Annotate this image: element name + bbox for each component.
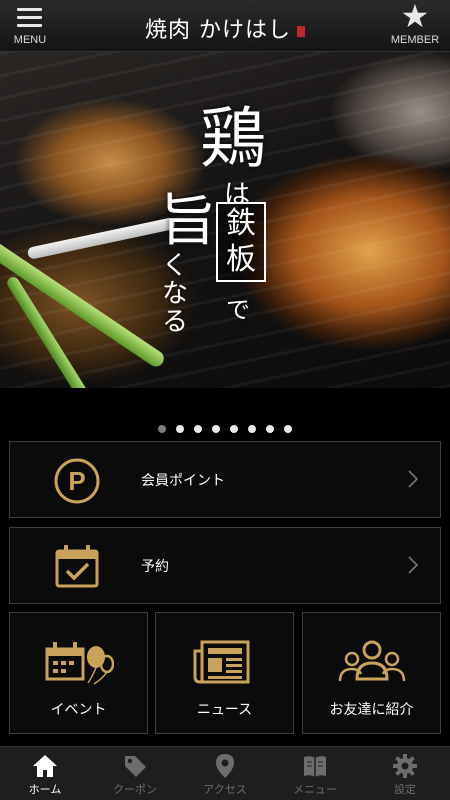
reservation-card[interactable]: 予約 bbox=[9, 527, 441, 604]
nav-settings-label: 設定 bbox=[394, 783, 416, 796]
coupon-tag-icon bbox=[125, 756, 146, 777]
carousel-dot[interactable] bbox=[230, 425, 238, 433]
hero-text-uma: 旨 bbox=[160, 189, 216, 254]
reservation-label: 予約 bbox=[141, 559, 169, 575]
hero-text-teppan: 鉄板 bbox=[216, 202, 266, 282]
chevron-right-icon bbox=[408, 556, 418, 574]
seal-logo bbox=[297, 26, 305, 37]
hero-text-de: で bbox=[226, 296, 250, 324]
member-label: MEMBER bbox=[390, 34, 440, 46]
svg-text:P: P bbox=[68, 466, 85, 496]
hero-text-kunaru: くなる bbox=[162, 251, 189, 337]
points-card[interactable]: P 会員ポイント bbox=[9, 441, 441, 518]
event-label: イベント bbox=[50, 702, 107, 718]
gear-icon bbox=[393, 754, 417, 778]
points-p-icon: P bbox=[54, 458, 100, 504]
carousel-dot[interactable] bbox=[248, 425, 256, 433]
nav-access-label: アクセス bbox=[203, 783, 247, 796]
news-label: ニュース bbox=[196, 702, 253, 718]
bottom-nav: ホーム クーポン アクセス メニュー 設定 bbox=[0, 746, 450, 800]
member-button[interactable]: ★ MEMBER bbox=[380, 0, 450, 50]
carousel-dot[interactable] bbox=[176, 425, 184, 433]
carousel-dot[interactable] bbox=[284, 425, 292, 433]
hero-banner[interactable]: 鶏 は 鉄板 で 旨 くなる bbox=[0, 52, 450, 388]
carousel-dot[interactable] bbox=[266, 425, 274, 433]
carousel-dot[interactable] bbox=[158, 425, 166, 433]
nav-coupon-label: クーポン bbox=[113, 783, 157, 796]
carousel-dot[interactable] bbox=[194, 425, 202, 433]
star-icon: ★ bbox=[400, 0, 430, 35]
map-pin-icon bbox=[216, 754, 234, 778]
event-card[interactable]: イベント bbox=[9, 612, 148, 734]
event-calendar-balloon-icon bbox=[45, 642, 114, 685]
nav-menu-label: メニュー bbox=[293, 783, 337, 796]
calendar-check-icon bbox=[55, 545, 99, 588]
app-title-text: 焼肉 かけはし bbox=[145, 18, 291, 43]
nav-home[interactable]: ホーム bbox=[0, 747, 90, 800]
friends-icon bbox=[338, 640, 405, 682]
invite-friends-label: お友達に紹介 bbox=[329, 702, 414, 718]
app-header: MENU 焼肉 かけはし ★ MEMBER bbox=[0, 0, 450, 52]
chevron-right-icon bbox=[408, 470, 418, 488]
newspaper-icon bbox=[193, 640, 249, 684]
hero-text-tori: 鶏 bbox=[200, 100, 266, 177]
nav-home-label: ホーム bbox=[28, 783, 62, 796]
points-label: 会員ポイント bbox=[141, 473, 225, 489]
nav-access[interactable]: アクセス bbox=[180, 747, 270, 800]
invite-friends-card[interactable]: お友達に紹介 bbox=[302, 612, 441, 734]
carousel-dot[interactable] bbox=[212, 425, 220, 433]
nav-settings[interactable]: 設定 bbox=[360, 747, 450, 800]
news-card[interactable]: ニュース bbox=[155, 612, 294, 734]
home-icon bbox=[33, 755, 57, 777]
nav-menu[interactable]: メニュー bbox=[270, 747, 360, 800]
book-icon bbox=[304, 756, 326, 777]
nav-coupon[interactable]: クーポン bbox=[90, 747, 180, 800]
carousel-dots bbox=[0, 418, 450, 433]
